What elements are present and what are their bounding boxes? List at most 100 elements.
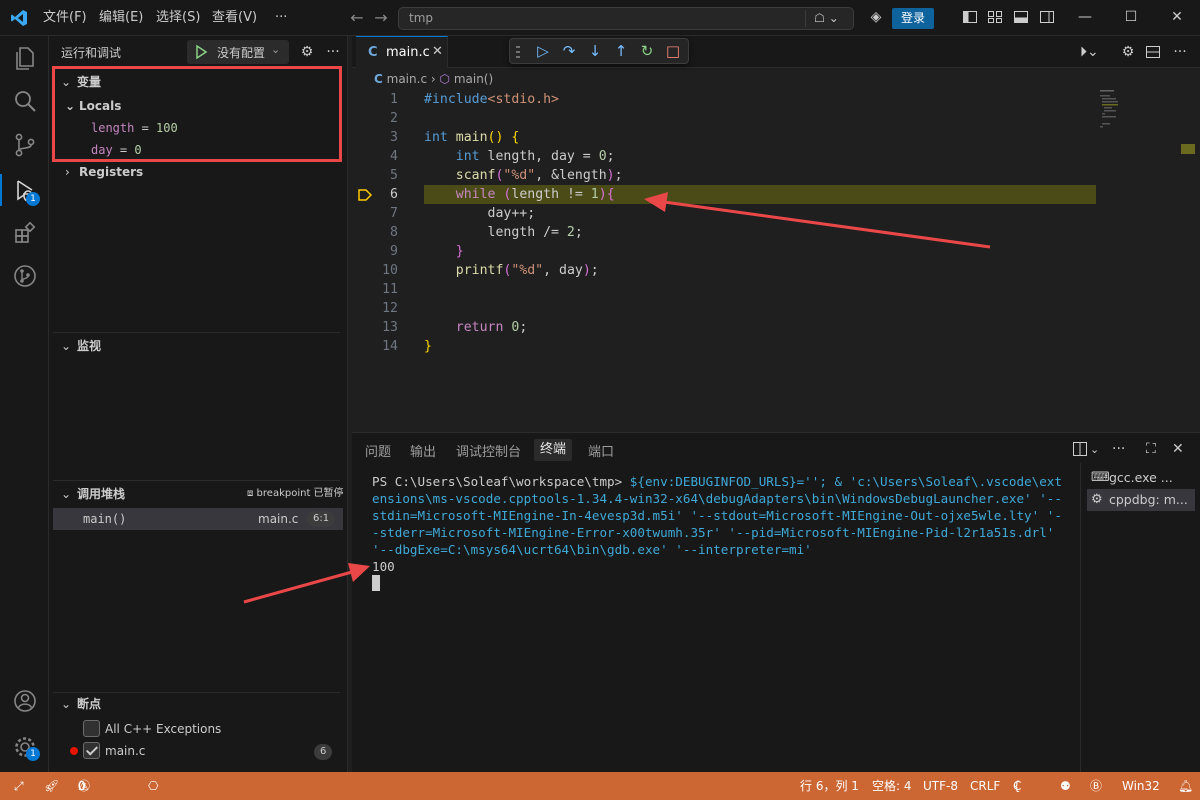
forward-arrow-icon[interactable]: → — [372, 9, 390, 27]
breakpoints-section-header[interactable]: ⌄ 断点 — [49, 693, 348, 715]
line-number: 14 — [382, 339, 398, 354]
tab-ports[interactable]: 端口 — [588, 441, 614, 460]
extension-status-icon[interactable]: Ⓑ — [1090, 772, 1102, 800]
close-tab-icon[interactable]: ✕ — [432, 44, 443, 59]
split-editor-icon[interactable] — [1145, 44, 1161, 60]
debug-settings-gear-icon[interactable]: ⚙ — [299, 44, 315, 60]
more-actions-icon[interactable]: ··· — [1172, 44, 1188, 60]
maximize-panel-icon[interactable]: ⛶ — [1146, 441, 1156, 457]
editor-tab-bar: C main.c ✕ ▷ ↷ ↓ ↑ ↻ □ ⏵⌄ ⚙ ··· — [352, 36, 1200, 68]
start-debugging-icon[interactable] — [193, 44, 209, 60]
search-icon[interactable] — [12, 88, 38, 114]
drag-handle-icon[interactable] — [516, 45, 520, 59]
back-arrow-icon[interactable]: ← — [348, 9, 366, 27]
chevron-down-icon: ⌄ — [61, 487, 72, 501]
extensions-icon[interactable] — [12, 221, 38, 247]
chevron-down-icon[interactable]: ⌄ — [1090, 443, 1099, 456]
stop-icon[interactable]: □ — [664, 42, 682, 60]
line-number: 3 — [390, 130, 398, 145]
menu-file[interactable]: 文件(F) — [43, 0, 87, 36]
explorer-icon[interactable] — [12, 44, 38, 70]
line-number: 12 — [382, 301, 398, 316]
minimap[interactable] — [1100, 90, 1144, 130]
terminal-item-cppdbg[interactable]: ⚙ cppdbg: m... — [1087, 489, 1195, 511]
callstack-status: ⧈ breakpoint 已暂停 — [247, 488, 344, 499]
chevron-right-icon: › — [65, 165, 70, 179]
breadcrumb-file[interactable]: main.c — [387, 72, 427, 86]
breakpoint-label: main.c — [105, 744, 146, 758]
toggle-panel-icon[interactable] — [1013, 9, 1029, 25]
split-terminal-icon[interactable] — [1072, 441, 1088, 457]
frame-position-badge: 6:1 — [307, 511, 336, 527]
close-panel-icon[interactable]: ✕ — [1172, 441, 1184, 457]
c-file-icon: C — [368, 45, 378, 60]
menu-view[interactable]: 查看(V) — [212, 0, 257, 36]
rocket-icon[interactable]: 🚀︎ — [44, 772, 59, 800]
terminal-list: ⌨ gcc.exe ... ⚙ cppdbg: m... — [1080, 463, 1200, 773]
tab-debug-console[interactable]: 调试控制台 — [456, 441, 521, 460]
step-over-icon[interactable]: ↷ — [560, 42, 578, 60]
breadcrumb[interactable]: C main.c › ⬡ main() — [374, 72, 493, 86]
end-of-line[interactable]: CRLF — [970, 772, 1000, 800]
code-line: scanf("%d", &length); — [455, 168, 623, 183]
activity-bar: 1 1 — [0, 36, 49, 772]
tab-problems[interactable]: 问题 — [365, 441, 391, 460]
account-cube-icon[interactable]: ◈ — [868, 9, 884, 25]
encoding[interactable]: UTF-8 — [923, 772, 958, 800]
cube-symbol-icon: ⬡ — [439, 72, 450, 86]
editor-settings-gear-icon[interactable]: ⚙ — [1120, 44, 1136, 60]
git-graph-icon[interactable] — [12, 263, 38, 289]
sign-in-button[interactable]: 登录 — [892, 8, 934, 29]
terminal-item-gcc[interactable]: ⌨ gcc.exe ... — [1087, 467, 1195, 489]
port-forward-icon[interactable]: ⎔ — [148, 772, 158, 800]
remote-icon[interactable]: ⤢ — [14, 772, 24, 800]
accounts-icon[interactable] — [12, 688, 38, 714]
settings-badge: 1 — [26, 747, 40, 761]
tab-main-c[interactable]: C main.c ✕ — [356, 36, 448, 68]
breakpoint-label: All C++ Exceptions — [105, 722, 222, 736]
menu-more[interactable]: ··· — [275, 0, 287, 36]
step-into-icon[interactable]: ↓ — [586, 42, 604, 60]
cursor-position[interactable]: 行 6，列 1 — [800, 772, 859, 800]
toggle-sidebar-icon[interactable] — [962, 9, 978, 25]
command-center-search[interactable]: tmp ☖ ⌄ — [398, 7, 854, 30]
restart-icon[interactable]: ↻ — [638, 42, 656, 60]
breadcrumb-symbol[interactable]: main() — [454, 72, 493, 86]
more-actions-icon[interactable]: ··· — [1112, 441, 1125, 457]
debug-badge: 1 — [26, 192, 40, 206]
notifications-bell-icon[interactable]: 🔔︎ — [1178, 772, 1193, 800]
watch-section-header[interactable]: ⌄ 监视 — [49, 335, 348, 357]
code-line: length /= 2; — [424, 225, 583, 240]
section-divider — [53, 332, 340, 333]
indentation[interactable]: 空格: 4 — [872, 772, 912, 800]
step-out-icon[interactable]: ↑ — [612, 42, 630, 60]
terminal-output[interactable]: PS C:\Users\Soleaf\workspace\tmp> ${env:… — [372, 473, 1062, 575]
sidebar-title: 运行和调试 — [61, 46, 122, 60]
customize-layout-icon[interactable] — [987, 9, 1003, 25]
copilot-icon[interactable]: ⚉ — [1060, 772, 1071, 800]
tab-terminal[interactable]: 终端 — [534, 439, 573, 461]
code-line: } — [455, 244, 464, 259]
source-control-icon[interactable] — [12, 132, 38, 158]
run-config-dropdown[interactable]: 没有配置 ⌄ — [187, 40, 289, 64]
menu-edit[interactable]: 编辑(E) — [99, 0, 143, 36]
scope-registers[interactable]: › Registers — [65, 161, 143, 183]
callstack-frame[interactable]: main() main.c 6:1 — [53, 508, 343, 530]
tab-output[interactable]: 输出 — [410, 441, 436, 460]
code-line: #include<stdio.h> — [424, 92, 559, 107]
maximize-icon[interactable]: ☐ — [1123, 9, 1139, 25]
toggle-secondary-sidebar-icon[interactable] — [1039, 9, 1055, 25]
close-window-icon[interactable]: ✕ — [1169, 9, 1185, 25]
menu-selection[interactable]: 选择(S) — [156, 0, 200, 36]
terminal-icon: ⌨ — [1091, 470, 1110, 485]
run-debug-actions-icon[interactable]: ⏵⌄ — [1080, 44, 1099, 60]
minimize-icon[interactable]: — — [1077, 9, 1093, 25]
paused-thread-icon: ⧈ — [247, 488, 257, 499]
continue-icon[interactable]: ▷ — [534, 42, 552, 60]
checkbox-cpp-exceptions[interactable] — [83, 720, 100, 737]
more-actions-icon[interactable]: ··· — [325, 44, 341, 60]
checkbox-main-c[interactable] — [83, 742, 100, 759]
line-number: 2 — [390, 111, 398, 126]
platform[interactable]: Win32 — [1122, 772, 1160, 800]
copilot-chat-icon[interactable]: ☖ ⌄ — [805, 10, 847, 27]
